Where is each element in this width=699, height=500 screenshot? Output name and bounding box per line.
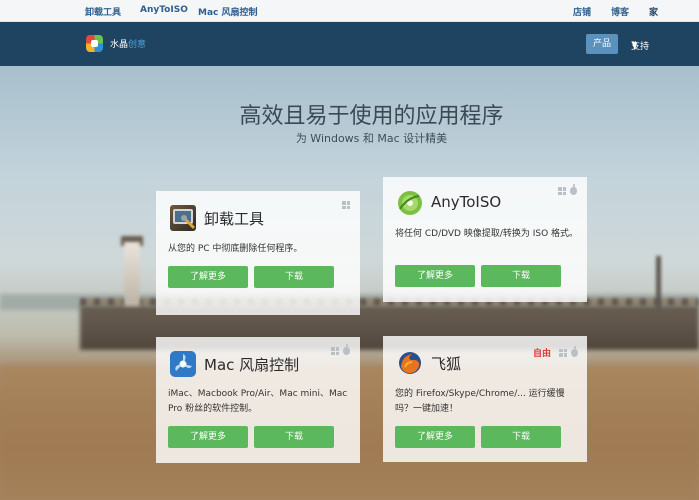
download-button[interactable]: 下载: [254, 426, 334, 448]
brand-name-accent: 创意: [128, 40, 147, 50]
main-header: 水晶创意 产品 支持: [0, 22, 699, 66]
product-card-firefox-speedup: 自由 飞狐 您的 Firefox/Skype/Chrome/... 运行缓慢吗？…: [383, 336, 587, 462]
firefox-icon: [397, 350, 423, 376]
uninstaller-icon: [170, 205, 196, 231]
crystal-logo-icon: [86, 35, 103, 52]
download-button[interactable]: 下载: [481, 265, 561, 287]
top-utility-bar: 卸载工具 AnyToISO Mac 风扇控制 店铺 博客 家: [0, 0, 699, 22]
topbar-link-uninstaller[interactable]: 卸载工具: [85, 5, 121, 18]
hero-subtitle: 为 Windows 和 Mac 设计精美: [295, 132, 448, 145]
product-name: 飞狐: [431, 355, 462, 373]
product-name: Mac 风扇控制: [204, 356, 300, 374]
product-description: 从您的 PC 中彻底删除任何程序。: [168, 244, 303, 254]
learn-more-button[interactable]: 了解更多: [395, 265, 475, 287]
learn-more-button[interactable]: 了解更多: [395, 426, 475, 448]
product-name: AnyToISO: [431, 193, 502, 211]
topbar-link-home[interactable]: 家: [649, 5, 658, 18]
platform-icons: [342, 201, 350, 209]
fan-icon: [170, 351, 196, 377]
brand-name: 水晶创意: [110, 37, 146, 50]
download-button[interactable]: 下载: [481, 426, 561, 448]
windows-icon: [342, 201, 350, 209]
windows-icon: [558, 187, 566, 195]
free-badge: 自由: [533, 349, 552, 359]
nav-products-button[interactable]: 产品: [586, 34, 618, 54]
windows-icon: [559, 348, 568, 357]
product-name: 卸载工具: [204, 210, 265, 228]
product-description: iMac、Macbook Pro/Air、Mac mini、Mac Pro 粉丝…: [168, 389, 348, 414]
windows-icon: [331, 347, 339, 355]
brand-logo[interactable]: 水晶创意: [86, 35, 146, 52]
platform-icons: [558, 184, 577, 195]
product-card-anytoiso: AnyToISO 将任何 CD/DVD 映像提取/转换为 ISO 格式。 了解更…: [383, 177, 587, 302]
platform-icons: 自由: [533, 345, 579, 359]
anytoiso-disc-icon: [397, 190, 423, 216]
brand-name-main: 水晶: [110, 40, 129, 50]
topbar-link-blog[interactable]: 博客: [611, 5, 629, 18]
product-card-uninstaller: 卸载工具 从您的 PC 中彻底删除任何程序。 了解更多 下载: [156, 191, 360, 315]
apple-icon: [570, 184, 577, 195]
product-card-mac-fan-control: Mac 风扇控制 iMac、Macbook Pro/Air、Mac mini、M…: [156, 337, 360, 463]
topbar-link-mac-fan-control[interactable]: Mac 风扇控制: [198, 5, 258, 18]
product-description: 将任何 CD/DVD 映像提取/转换为 ISO 格式。: [395, 229, 579, 239]
topbar-link-store[interactable]: 店铺: [573, 5, 591, 18]
learn-more-button[interactable]: 了解更多: [168, 266, 248, 288]
apple-icon: [571, 345, 579, 357]
hero-title: 高效且易于使用的应用程序: [239, 104, 504, 129]
platform-icons: [331, 344, 350, 355]
product-description: 您的 Firefox/Skype/Chrome/... 运行缓慢吗？一键加速！: [395, 389, 565, 414]
learn-more-button[interactable]: 了解更多: [168, 426, 248, 448]
download-button[interactable]: 下载: [254, 266, 334, 288]
topbar-link-anytoiso[interactable]: AnyToISO: [140, 5, 188, 15]
apple-icon: [343, 344, 350, 355]
